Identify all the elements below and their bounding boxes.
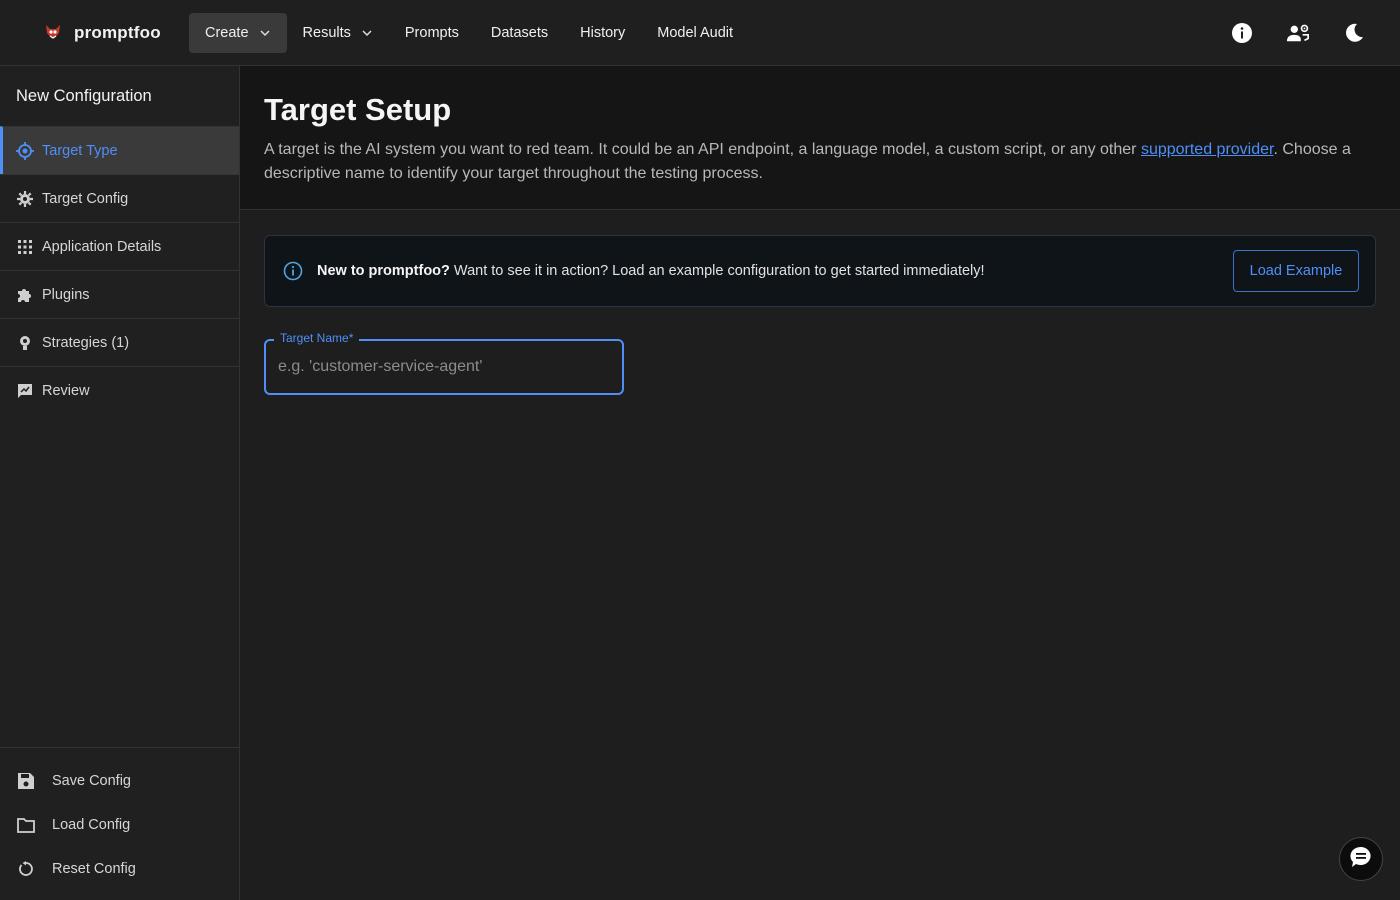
team-settings-icon[interactable] [1286,21,1310,45]
dark-mode-icon[interactable] [1342,21,1366,45]
sidebar-step-target-type[interactable]: Target Type [0,126,239,174]
chat-icon [1350,846,1372,873]
load-example-button[interactable]: Load Example [1233,250,1359,292]
alert-strong: New to promptfoo? [317,263,450,279]
chat-button[interactable] [1339,837,1383,881]
info-circle-icon [283,261,303,281]
sidebar-step-review[interactable]: Review [0,366,239,414]
sidebar-step-label: Plugins [42,286,90,303]
nav-results-label: Results [302,24,351,41]
alert-text: New to promptfoo? Want to see it in acti… [317,263,985,279]
page-title: Target Setup [264,92,452,127]
main-content: New to promptfoo? Want to see it in acti… [264,235,1376,395]
promptfoo-logo-icon [42,22,64,44]
nav-prompts[interactable]: Prompts [389,13,475,53]
sidebar-step-strategies[interactable]: Strategies (1) [0,318,239,366]
grid-icon [16,238,34,256]
nav-model-audit-label: Model Audit [657,24,734,41]
puzzle-icon [16,286,34,304]
target-name-input[interactable] [278,341,608,393]
sidebar-title: New Configuration [16,86,152,105]
nav-datasets[interactable]: Datasets [475,13,564,53]
nav-prompts-label: Prompts [404,24,459,41]
sidebar-step-target-config[interactable]: Target Config [0,174,239,222]
review-icon [16,382,34,400]
chevron-down-icon [362,29,372,36]
reset-config-label: Reset Config [52,861,136,877]
save-config-button[interactable]: Save Config [0,759,239,803]
sidebar-step-application-details[interactable]: Application Details [0,222,239,270]
chevron-down-icon [260,29,270,36]
sidebar-step-plugins[interactable]: Plugins [0,270,239,318]
sidebar-step-label: Application Details [42,238,162,255]
nav-datasets-label: Datasets [490,24,549,41]
sidebar-step-label: Review [42,382,90,399]
sidebar-actions: Save Config Load Config Reset Config [0,747,239,900]
sidebar-step-label: Target Config [42,190,129,207]
strategy-icon [16,334,34,352]
nav-history[interactable]: History [564,13,641,53]
page-header: Target Setup A target is the AI system y… [240,66,1400,210]
folder-icon [16,815,36,835]
nav-results[interactable]: Results [287,13,389,53]
sidebar: New Configuration Target Type Target Con… [0,66,240,900]
main-nav: Create Results Prompts Datasets History … [189,0,749,66]
nav-create-label: Create [205,24,249,41]
load-config-button[interactable]: Load Config [0,803,239,847]
save-config-label: Save Config [52,773,131,789]
supported-provider-link[interactable]: supported provider [1141,141,1274,158]
nav-model-audit[interactable]: Model Audit [641,13,749,53]
load-config-label: Load Config [52,817,131,833]
description-text: A target is the AI system you want to re… [264,141,1141,158]
nav-history-label: History [580,24,626,41]
example-alert: New to promptfoo? Want to see it in acti… [264,235,1376,307]
target-name-field: Target Name* [264,331,624,395]
save-icon [16,771,36,791]
alert-message: Want to see it in action? Load an exampl… [449,263,985,279]
sidebar-step-label: Target Type [42,142,118,159]
gear-icon [16,190,34,208]
brand-name: promptfoo [74,22,161,42]
top-right-icons [1198,0,1400,66]
target-icon [16,141,34,160]
info-icon[interactable] [1230,21,1254,45]
top-navigation-bar: promptfoo Create Results Prompts Dataset… [0,0,1400,66]
reset-config-button[interactable]: Reset Config [0,847,239,891]
page-description: A target is the AI system you want to re… [264,138,1376,186]
reset-icon [16,859,36,879]
nav-create[interactable]: Create [189,12,287,53]
sidebar-step-label: Strategies (1) [42,334,130,351]
brand-link[interactable]: promptfoo [42,22,189,44]
